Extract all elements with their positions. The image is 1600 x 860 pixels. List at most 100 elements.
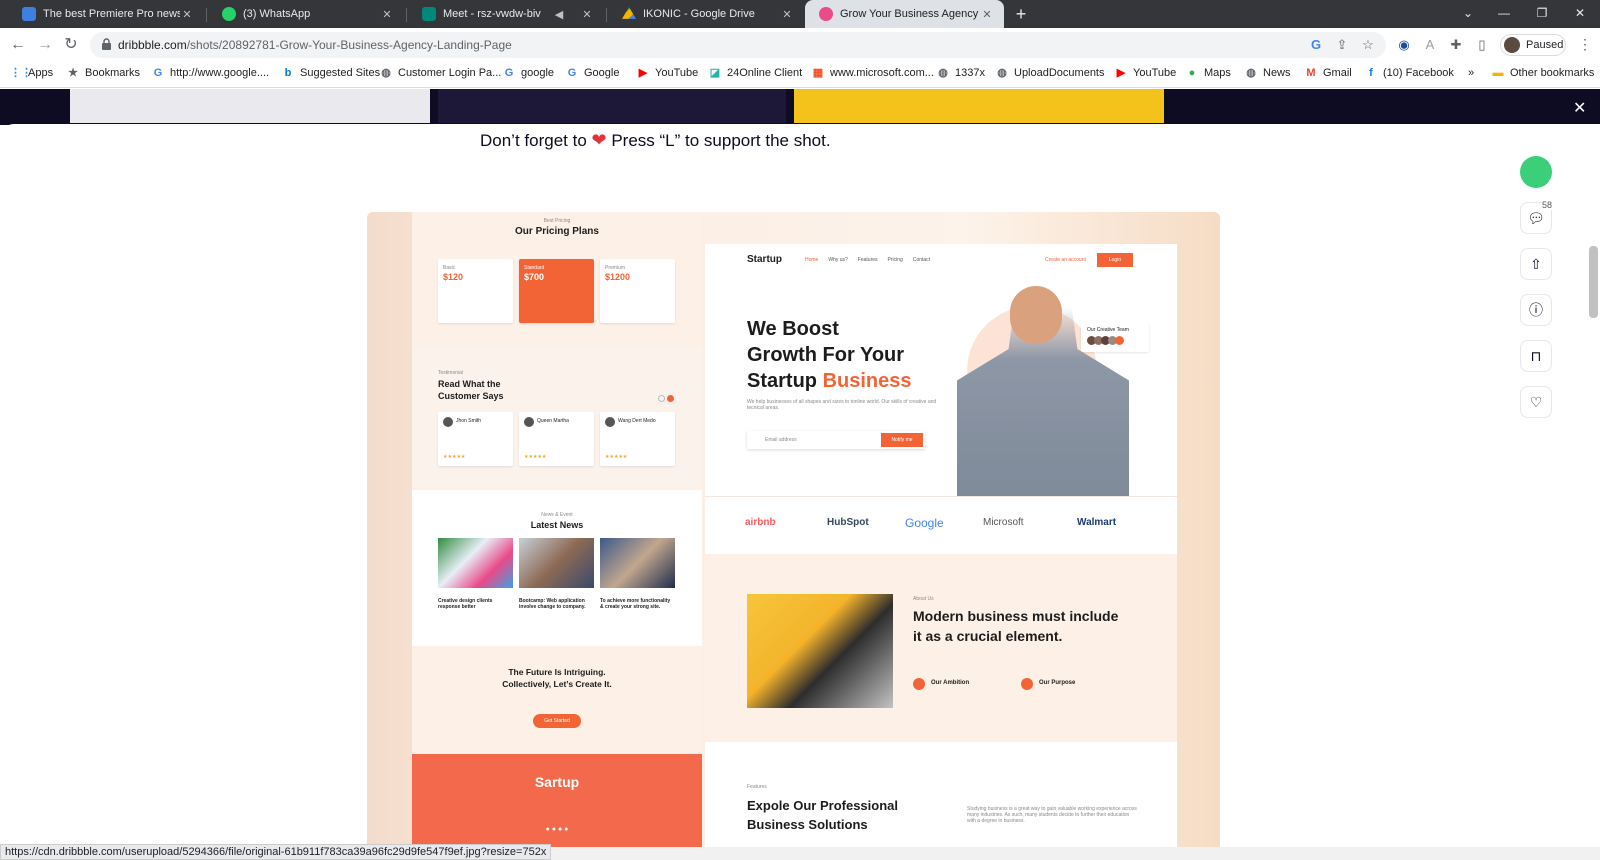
scrollbar-thumb[interactable] [1589, 246, 1598, 318]
bookmark-label: News [1263, 67, 1291, 79]
pricing-title: Our Pricing Plans [515, 226, 599, 237]
testimonial-card: Jhon Smith ★★★★★ [438, 412, 513, 466]
right-page-preview: Startup Home Why us? Features Pricing Contac… [705, 244, 1177, 847]
bookmark-item[interactable]: ▦ www.microsoft.com... [812, 67, 934, 79]
bookmark-item[interactable]: ▶ YouTube [1115, 67, 1176, 79]
online-icon: ◪ [709, 67, 721, 79]
reload-icon[interactable]: ↻ [59, 33, 83, 57]
close-modal-icon[interactable]: ✕ [1573, 98, 1586, 118]
team-card: Our Creative Team [1081, 322, 1149, 352]
bookmark-item[interactable]: ◪ 24Online Client [709, 67, 802, 79]
tab-strip: The best Premiere Pro news intro ✕ (3) W… [0, 0, 1600, 28]
tab-meet[interactable]: Meet - rsz-vwdw-biv ◀ ✕ [408, 0, 604, 28]
vertical-scrollbar[interactable] [1586, 124, 1600, 847]
share-icon[interactable]: ⇧ [1520, 248, 1552, 280]
tab-premiere[interactable]: The best Premiere Pro news intro ✕ [8, 0, 204, 28]
bookmark-label: http://www.google.... [170, 67, 270, 79]
bookmark-icon[interactable]: ⊓ [1520, 340, 1552, 372]
google-icon: G [567, 67, 577, 79]
extensions-puzzle-icon[interactable]: ✚ [1448, 37, 1464, 53]
speaker-icon[interactable]: ◀ [552, 8, 566, 21]
bookmark-label: google [521, 67, 555, 79]
dribbble-backdrop [0, 89, 1600, 125]
layers-icon [22, 7, 36, 21]
bookmark-item[interactable]: ◍ News [1245, 67, 1291, 79]
tab-title: Meet - rsz-vwdw-biv [443, 8, 541, 20]
shot-image[interactable]: Best Pricing Our Pricing Plans Basic $12… [367, 212, 1220, 847]
side-panel-icon[interactable]: ▯ [1474, 37, 1490, 53]
pricing-kicker: Best Pricing [543, 218, 571, 224]
about-section: About Us Modern business must include it … [705, 554, 1177, 742]
minimize-button[interactable]: — [1486, 0, 1522, 28]
bookmark-label: YouTube [655, 67, 699, 79]
bookmark-item[interactable]: Ggoogle [503, 67, 554, 79]
whatsapp-icon [222, 7, 236, 21]
new-tab-button[interactable]: + [1010, 3, 1032, 25]
google-icon: G [153, 67, 163, 79]
tab-dribbble[interactable]: Grow Your Business Agency Land ✕ [805, 0, 1004, 28]
menu-icon[interactable]: ⋮ [1578, 36, 1592, 53]
bookmark-label: 1337x [955, 67, 985, 79]
plan-card-featured: Standard $700 [519, 259, 594, 323]
bookmark-item[interactable]: ◍ UploadDocuments [996, 67, 1104, 79]
close-tab-icon[interactable]: ✕ [780, 8, 794, 21]
address-bar[interactable]: dribbble.com/shots/20892781-Grow-Your-Bu… [90, 32, 1386, 58]
bookmark-item[interactable]: f (10) Facebook [1365, 67, 1454, 79]
profile-button[interactable]: Paused [1500, 34, 1566, 56]
close-window-button[interactable]: ✕ [1562, 0, 1598, 28]
info-icon[interactable]: ⓘ [1520, 294, 1552, 326]
bookmark-item[interactable]: ● Maps [1186, 67, 1231, 79]
tab-drive[interactable]: IKONIC - Google Drive ✕ [608, 0, 804, 28]
backdrop-thumbnail [794, 89, 1164, 123]
browser-toolbar: ← → ↻ dribbble.com/shots/20892781-Grow-Y… [0, 28, 1600, 62]
extension-icon[interactable]: ◉ [1396, 37, 1412, 53]
bookmark-item[interactable]: b Suggested Sites [282, 67, 381, 79]
bookmark-item[interactable]: ▶ YouTube [637, 67, 698, 79]
news-section: News & Event Latest News Creative design… [412, 490, 702, 646]
extension-a-icon[interactable]: A [1422, 37, 1438, 53]
brand-logos: airbnb HubSpot Google Microsoft Walmart [705, 496, 1177, 554]
bookmark-item[interactable]: ⋮⋮ Apps [10, 67, 53, 79]
back-icon[interactable]: ← [6, 33, 30, 57]
hero-nav-item: Why us? [828, 257, 848, 263]
url-text: dribbble.com/shots/20892781-Grow-Your-Bu… [118, 38, 512, 52]
bookmarks-overflow[interactable]: » [1468, 67, 1474, 79]
close-tab-icon[interactable]: ✕ [180, 8, 194, 21]
heart-icon[interactable]: ♡ [1520, 386, 1552, 418]
bookmark-label: Customer Login Pa... [398, 67, 502, 79]
star-icon: ★ [68, 67, 78, 79]
testimonial-section: Testimonial Read What the Customer Says J… [412, 348, 702, 490]
bookmark-item[interactable]: Ghttp://www.google.... [152, 67, 269, 79]
share-icon[interactable]: ⇪ [1334, 37, 1350, 53]
status-bar-url: https://cdn.dribbble.com/userupload/5294… [0, 844, 552, 860]
close-tab-icon[interactable]: ✕ [980, 8, 994, 21]
tab-whatsapp[interactable]: (3) WhatsApp ✕ [208, 0, 404, 28]
heart-emoji-icon: ❤ [591, 130, 607, 150]
bookmark-item[interactable]: M Gmail [1305, 67, 1351, 79]
bookmark-star-icon[interactable]: ☆ [1360, 37, 1376, 53]
close-tab-icon[interactable]: ✕ [380, 8, 394, 21]
apps-icon: ⋮⋮ [10, 67, 32, 79]
bing-icon: b [284, 67, 292, 79]
bookmark-item[interactable]: ★ Bookmarks [67, 67, 140, 79]
gmail-icon: M [1306, 67, 1316, 79]
restore-button[interactable]: ❐ [1524, 0, 1560, 28]
hero-person-head [1010, 286, 1062, 344]
bookmark-item[interactable]: ◍ 1337x [937, 67, 985, 79]
facebook-icon: f [1369, 67, 1373, 79]
google-translate-icon[interactable]: G [1308, 37, 1324, 53]
footer-section: Sartup ● ● ● ● [412, 754, 702, 847]
forward-icon[interactable]: → [33, 33, 57, 57]
bookmark-item[interactable]: G Google [566, 67, 620, 79]
avatar [1504, 37, 1520, 53]
tab-title: Grow Your Business Agency Land [840, 8, 980, 20]
globe-icon: ◍ [997, 67, 1007, 79]
bookmark-item[interactable]: ◍ Customer Login Pa... [380, 67, 501, 79]
tab-search-icon[interactable]: ⌄ [1450, 0, 1486, 28]
google-icon: G [504, 67, 514, 79]
other-bookmarks[interactable]: ▬ Other bookmarks [1492, 67, 1595, 79]
close-tab-icon[interactable]: ✕ [580, 8, 594, 21]
bookmark-label: Maps [1204, 67, 1231, 79]
lock-icon [102, 38, 111, 50]
designer-avatar[interactable] [1520, 156, 1552, 188]
